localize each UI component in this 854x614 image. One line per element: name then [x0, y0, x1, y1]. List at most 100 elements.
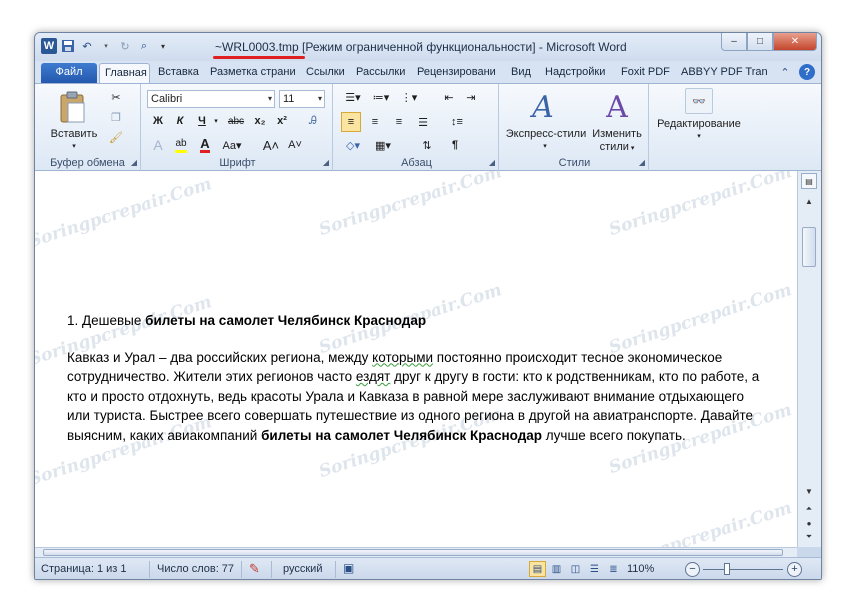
align-right-icon[interactable]: ≡: [389, 112, 409, 132]
redo-icon[interactable]: ↻: [117, 38, 133, 54]
increase-indent-icon[interactable]: ⇥: [461, 88, 481, 106]
editing-dropdown-icon[interactable]: ▾: [693, 130, 705, 143]
italic-icon[interactable]: К: [171, 112, 189, 130]
subscript-icon[interactable]: x₂: [251, 112, 269, 130]
tab-insert[interactable]: Вставка: [153, 63, 203, 83]
paste-dropdown-icon[interactable]: ▾: [68, 140, 80, 153]
tab-page-layout[interactable]: Разметка страни: [205, 63, 297, 83]
zoom-out-button[interactable]: −: [685, 562, 700, 577]
cut-icon[interactable]: ✂: [107, 88, 125, 106]
undo-icon[interactable]: ↶: [79, 38, 95, 54]
help-icon[interactable]: ?: [799, 64, 815, 80]
font-name-combo[interactable]: Calibri ▾: [147, 90, 275, 108]
tab-mailings[interactable]: Рассылки: [351, 63, 409, 83]
tab-view[interactable]: Вид: [506, 63, 536, 83]
bullets-icon[interactable]: ☰▾: [341, 88, 365, 106]
clear-formatting-icon[interactable]: Ꭿ: [303, 112, 323, 130]
horizontal-scroll-thumb[interactable]: [43, 549, 783, 556]
word-app-icon[interactable]: W: [41, 38, 57, 54]
tab-references[interactable]: Ссылки: [301, 63, 347, 83]
change-styles-button[interactable]: Изменить стили ▾: [589, 128, 645, 155]
binoculars-icon[interactable]: 👓: [685, 88, 713, 114]
copy-icon[interactable]: ❐: [107, 108, 125, 126]
grammar-squiggle-word[interactable]: которыми: [372, 350, 433, 365]
font-launcher-icon[interactable]: ◢: [323, 158, 329, 167]
full-screen-reading-view-icon[interactable]: ▥: [548, 561, 565, 577]
borders-icon[interactable]: ▦▾: [371, 136, 395, 154]
quick-styles-icon[interactable]: A: [523, 88, 563, 126]
vertical-scrollbar[interactable]: ▤ ▲ ▼ ⏶ ● ⏷: [797, 171, 821, 547]
tab-file[interactable]: Файл: [41, 63, 97, 83]
decrease-indent-icon[interactable]: ⇤: [439, 88, 459, 106]
font-name-dropdown-icon[interactable]: ▾: [268, 91, 272, 107]
underline-icon[interactable]: Ч: [193, 112, 211, 130]
bold-icon[interactable]: Ж: [149, 112, 167, 130]
next-page-icon[interactable]: ⏷: [801, 529, 817, 545]
quick-styles-dropdown-icon[interactable]: ▾: [539, 140, 551, 153]
paragraph-launcher-icon[interactable]: ◢: [489, 158, 495, 167]
scroll-up-icon[interactable]: ▲: [801, 193, 817, 209]
minimize-button[interactable]: –: [721, 33, 747, 51]
font-color-icon[interactable]: A: [195, 136, 215, 154]
scroll-down-icon[interactable]: ▼: [801, 483, 817, 499]
show-formatting-marks-icon[interactable]: ¶: [445, 136, 465, 154]
sort-icon[interactable]: ⇅: [417, 136, 437, 154]
grow-font-icon[interactable]: A˄: [261, 136, 281, 154]
document-page[interactable]: 1. Дешевые билеты на самолет Челябинск К…: [67, 311, 767, 445]
web-layout-view-icon[interactable]: ◫: [567, 561, 584, 577]
document-area[interactable]: Soringpcrepair.Com Soringpcrepair.Com So…: [35, 171, 797, 547]
zoom-slider-handle[interactable]: [724, 563, 730, 575]
shading-icon[interactable]: ◇▾: [341, 136, 365, 154]
close-button[interactable]: ✕: [773, 33, 817, 51]
highlight-icon[interactable]: ab: [171, 136, 191, 154]
find-icon[interactable]: ⌕: [136, 38, 152, 54]
tab-home[interactable]: Главная: [99, 63, 150, 83]
clipboard-launcher-icon[interactable]: ◢: [131, 158, 137, 167]
tab-addins[interactable]: Надстройки: [540, 63, 612, 83]
align-center-icon[interactable]: ≡: [365, 112, 385, 132]
change-case-icon[interactable]: Aa▾: [221, 136, 243, 154]
proofing-icon[interactable]: ✎: [249, 561, 260, 577]
minimize-ribbon-icon[interactable]: ⌃: [777, 64, 793, 80]
zoom-slider-track[interactable]: [703, 569, 783, 570]
quick-access-toolbar: W ↶ ▾ ↻ ⌕ ▾: [41, 38, 171, 54]
font-group-label: Шрифт: [219, 157, 256, 169]
font-size-combo[interactable]: 11 ▾: [279, 90, 325, 108]
word-count-status[interactable]: Число слов: 77: [157, 563, 234, 575]
undo-dropdown-icon[interactable]: ▾: [98, 38, 114, 54]
maximize-button[interactable]: □: [747, 33, 773, 51]
numbering-icon[interactable]: ≔▾: [369, 88, 393, 106]
draft-view-icon[interactable]: ≣: [605, 561, 622, 577]
line-spacing-icon[interactable]: ↕≡: [445, 112, 469, 132]
paste-icon[interactable]: [53, 88, 93, 126]
save-icon[interactable]: [60, 38, 76, 54]
zoom-in-button[interactable]: +: [787, 562, 802, 577]
superscript-icon[interactable]: x²: [273, 112, 291, 130]
strikethrough-icon[interactable]: abc: [225, 112, 247, 130]
print-layout-view-icon[interactable]: ▤: [529, 561, 546, 577]
tab-abbyy-pdf[interactable]: ABBYY PDF Trans: [676, 63, 768, 83]
zoom-level[interactable]: 110%: [627, 563, 654, 575]
page-count-status[interactable]: Страница: 1 из 1: [41, 563, 127, 575]
styles-launcher-icon[interactable]: ◢: [639, 158, 645, 167]
text-effects-icon[interactable]: A: [149, 136, 167, 154]
grammar-squiggle-word[interactable]: ездят: [356, 369, 390, 384]
macro-record-icon[interactable]: ▣: [343, 561, 354, 575]
font-size-dropdown-icon[interactable]: ▾: [318, 91, 322, 107]
align-left-icon[interactable]: ≡: [341, 112, 361, 132]
underline-dropdown-icon[interactable]: ▾: [211, 112, 221, 130]
multilevel-list-icon[interactable]: ⋮▾: [397, 88, 421, 106]
change-styles-label-1: Изменить: [592, 128, 642, 140]
customize-toolbar-icon[interactable]: ▾: [155, 38, 171, 54]
format-painter-icon[interactable]: 🖌: [107, 128, 125, 146]
tab-review[interactable]: Рецензировани: [412, 63, 498, 83]
vertical-scroll-thumb[interactable]: [802, 227, 816, 267]
justify-icon[interactable]: ☰: [413, 112, 433, 132]
shrink-font-icon[interactable]: A˅: [285, 136, 305, 154]
ruler-toggle-icon[interactable]: ▤: [801, 173, 817, 189]
tab-foxit-pdf[interactable]: Foxit PDF: [616, 63, 674, 83]
language-status[interactable]: русский: [283, 563, 322, 575]
change-styles-icon[interactable]: A: [597, 88, 637, 126]
outline-view-icon[interactable]: ☰: [586, 561, 603, 577]
horizontal-scrollbar[interactable]: [35, 547, 797, 557]
